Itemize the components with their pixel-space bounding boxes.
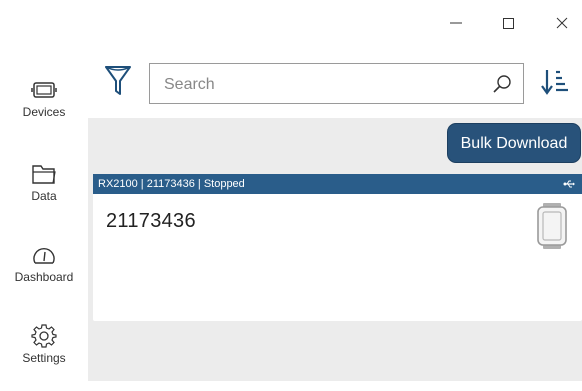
- maximize-icon: [503, 18, 514, 29]
- folder-icon: [32, 165, 56, 184]
- nav-item-label: Devices: [22, 105, 66, 119]
- search-field[interactable]: [149, 63, 524, 104]
- nav-item-data[interactable]: Data: [0, 159, 88, 229]
- filter-icon: [105, 66, 131, 95]
- maximize-button[interactable]: [494, 10, 524, 36]
- close-button[interactable]: [547, 10, 577, 36]
- gauge-icon: [33, 247, 55, 264]
- bulk-download-button[interactable]: Bulk Download: [447, 123, 581, 163]
- nav-item-devices[interactable]: Devices: [0, 75, 88, 145]
- device-serial: 21173436: [106, 210, 196, 232]
- search-input[interactable]: [162, 72, 486, 98]
- usb-icon: [563, 180, 575, 188]
- sort-button[interactable]: [540, 67, 570, 97]
- device-list-area: Bulk Download RX2100 | 21173436 | Stoppe…: [88, 118, 582, 381]
- minimize-button[interactable]: [441, 10, 471, 36]
- device-card-header: RX2100 | 21173436 | Stopped: [93, 174, 582, 194]
- gear-icon: [31, 324, 57, 348]
- filter-button[interactable]: [103, 63, 133, 99]
- close-icon: [556, 17, 568, 29]
- sort-icon: [541, 70, 568, 95]
- nav-item-label: Dashboard: [14, 270, 74, 284]
- logger-device-icon: [537, 203, 567, 249]
- nav-item-label: Settings: [22, 351, 66, 365]
- title-bar: [0, 0, 582, 46]
- nav-item-dashboard[interactable]: Dashboard: [0, 240, 88, 310]
- devices-icon: [31, 82, 57, 98]
- sidebar-nav: Devices Data Dashboard Settings: [0, 46, 88, 381]
- search-icon[interactable]: [491, 73, 513, 95]
- device-card[interactable]: RX2100 | 21173436 | Stopped 21173436: [93, 174, 582, 321]
- nav-item-label: Data: [31, 189, 57, 203]
- device-status-text: RX2100 | 21173436 | Stopped: [98, 178, 245, 190]
- minimize-icon: [450, 22, 462, 24]
